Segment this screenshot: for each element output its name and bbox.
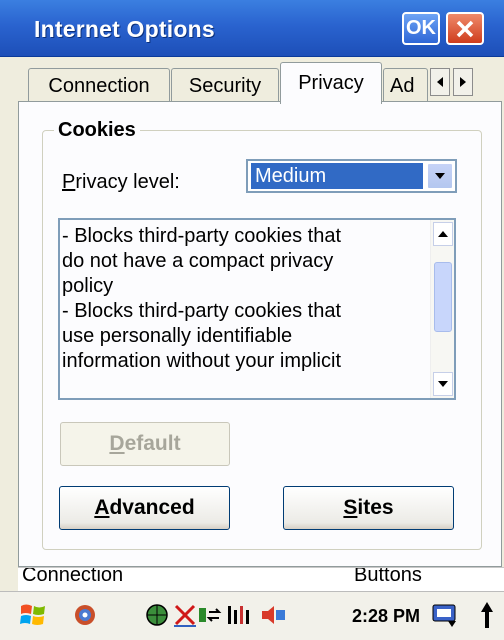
keyboard-icon — [432, 604, 456, 627]
default-button[interactable]: Default — [60, 422, 230, 466]
advanced-label: dvanced — [109, 496, 195, 519]
sync-icon — [75, 605, 95, 625]
clock[interactable]: 2:28 PM — [352, 606, 420, 627]
down-arrow-icon — [438, 381, 448, 387]
sites-button[interactable]: Sites — [283, 486, 454, 530]
volume-tray[interactable] — [258, 600, 288, 630]
tab-security[interactable]: Security — [171, 68, 279, 103]
description-line: use personally identifiable — [62, 325, 293, 347]
advanced-button[interactable]: Advanced — [59, 486, 230, 530]
right-arrow-icon — [460, 77, 466, 87]
internet-options-window: Internet Options OK Connection Security … — [0, 0, 504, 640]
privacy-level-label: Privacy level: — [62, 171, 180, 193]
scroll-down-button[interactable] — [433, 372, 453, 396]
signal-bars-icon — [228, 606, 249, 624]
background-window-row: Connection Buttons — [18, 567, 504, 591]
input-panel-button[interactable] — [430, 600, 460, 630]
background-text-left: Connection — [22, 567, 124, 586]
tab-scroll-right[interactable] — [453, 68, 473, 96]
cookies-group-label: Cookies — [54, 119, 140, 142]
tab-privacy[interactable]: Privacy — [280, 62, 382, 104]
taskbar: 2:28 PM — [0, 591, 504, 640]
title-bar: Internet Options OK — [0, 0, 504, 57]
left-arrow-icon — [437, 77, 443, 87]
privacy-level-value: Medium — [251, 163, 423, 189]
scroll-thumb[interactable] — [434, 262, 452, 332]
privacy-level-label-rest: rivacy level: — [75, 171, 180, 193]
privacy-level-select[interactable]: Medium — [246, 159, 457, 193]
tab-advanced-partial[interactable]: Ad — [383, 68, 428, 103]
description-line: - Blocks third-party cookies that — [62, 300, 341, 322]
mnemonic: D — [109, 432, 125, 455]
signal-off-icon — [174, 604, 196, 627]
activesync-tray[interactable] — [70, 600, 100, 630]
default-label: efault — [124, 432, 181, 455]
up-arrow-button[interactable] — [474, 600, 500, 630]
description-line: information without your implicit — [62, 350, 341, 372]
close-icon — [456, 20, 474, 37]
up-arrow-icon — [438, 231, 448, 237]
scroll-up-button[interactable] — [433, 222, 453, 246]
description-line: - Blocks third-party cookies that — [62, 225, 341, 247]
close-button[interactable] — [446, 12, 484, 45]
speaker-icon — [262, 606, 285, 624]
windows-logo-icon — [20, 604, 45, 625]
description-scrollbar[interactable] — [430, 220, 454, 398]
connection-tray[interactable] — [196, 600, 226, 630]
mnemonic: A — [94, 496, 110, 519]
chevron-down-icon — [435, 173, 445, 179]
arrow-up-icon — [481, 602, 493, 628]
start-button[interactable] — [18, 600, 48, 630]
mnemonic: S — [343, 496, 358, 519]
privacy-description-box[interactable]: - Blocks third-party cookies that do not… — [58, 218, 456, 400]
description-line: do not have a compact privacy — [62, 250, 334, 272]
dropdown-button[interactable] — [427, 163, 453, 189]
tab-connection[interactable]: Connection — [28, 68, 170, 103]
connection-icon — [199, 608, 222, 622]
sites-label: ites — [357, 496, 394, 519]
ok-button[interactable]: OK — [402, 12, 440, 45]
battery-tray[interactable] — [226, 600, 256, 630]
network-tray[interactable] — [142, 600, 172, 630]
background-text-right: Buttons — [354, 567, 422, 586]
description-line: policy — [62, 275, 114, 297]
privacy-description: - Blocks third-party cookies that do not… — [62, 224, 430, 374]
window-title: Internet Options — [34, 16, 215, 42]
globe-icon — [146, 604, 168, 626]
tab-scroll-left[interactable] — [430, 68, 450, 96]
